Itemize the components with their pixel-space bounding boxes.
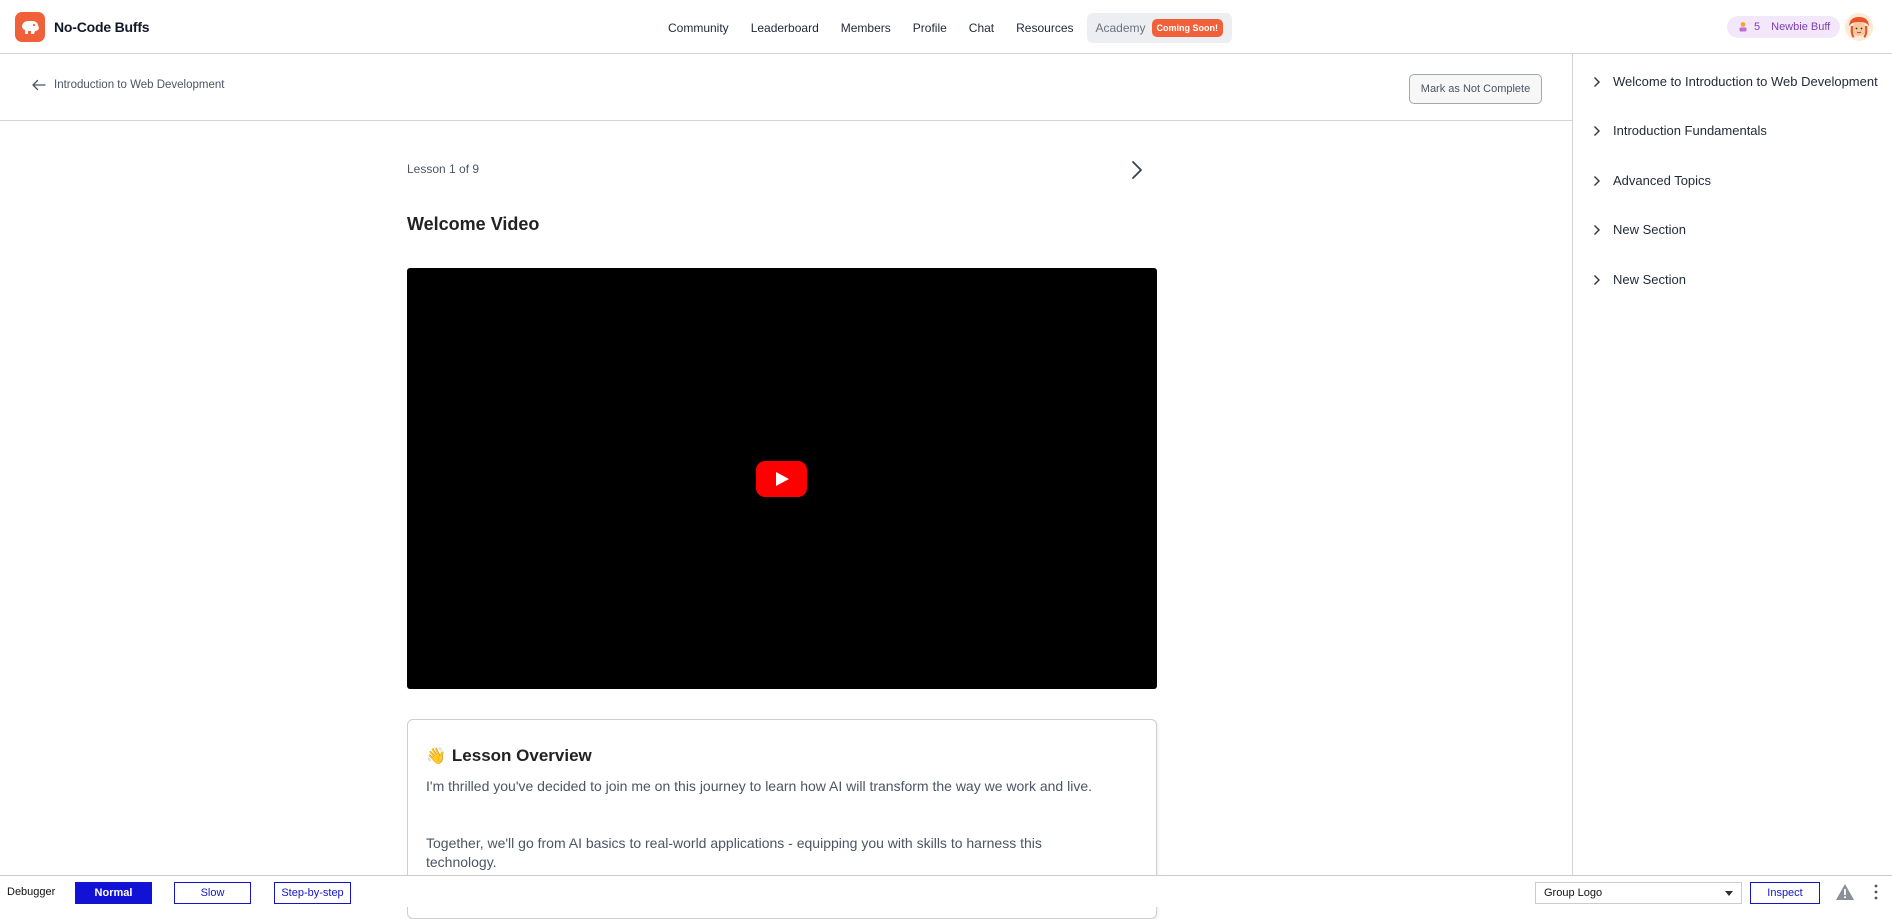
course-header: Introduction to Web Development Mark as … bbox=[0, 54, 1572, 121]
user-level-name: Newbie Buff bbox=[1771, 21, 1831, 33]
lesson-title: Welcome Video bbox=[407, 214, 540, 234]
nav-chat[interactable]: Chat bbox=[958, 13, 1005, 43]
nav-academy[interactable]: Academy Coming Soon! bbox=[1086, 13, 1233, 43]
youtube-play-icon[interactable] bbox=[756, 461, 807, 497]
section-item[interactable]: New Section bbox=[1593, 272, 1686, 287]
dog-logo-icon bbox=[15, 12, 45, 42]
chevron-down-icon bbox=[1725, 891, 1733, 896]
waving-hand-icon: 👋 bbox=[426, 748, 446, 765]
inspect-button[interactable]: Inspect bbox=[1750, 882, 1820, 904]
section-label: Welcome to Introduction to Web Developme… bbox=[1613, 74, 1878, 89]
nav-members[interactable]: Members bbox=[830, 13, 902, 43]
mark-not-complete-button[interactable]: Mark as Not Complete bbox=[1409, 74, 1542, 104]
section-item[interactable]: Introduction Fundamentals bbox=[1593, 123, 1767, 138]
section-item[interactable]: Welcome to Introduction to Web Developme… bbox=[1593, 74, 1878, 89]
element-select-value: Group Logo bbox=[1544, 887, 1603, 899]
lesson-counter: Lesson 1 of 9 bbox=[407, 162, 480, 176]
brand[interactable]: No-Code Buffs bbox=[15, 12, 150, 42]
nav-resources[interactable]: Resources bbox=[1005, 13, 1084, 43]
top-navigation-bar: No-Code Buffs Community Leaderboard Memb… bbox=[0, 0, 1892, 54]
chevron-right-icon bbox=[1594, 175, 1600, 186]
section-label: Introduction Fundamentals bbox=[1613, 123, 1767, 138]
user-level-number: 5 bbox=[1754, 21, 1761, 33]
next-lesson-button[interactable] bbox=[1127, 159, 1147, 181]
overview-paragraph: I'm thrilled you've decided to join me o… bbox=[426, 778, 1092, 794]
trophy-icon bbox=[1739, 22, 1747, 32]
brand-name: No-Code Buffs bbox=[54, 19, 150, 35]
overview-paragraph: Together, we'll go from AI basics to rea… bbox=[426, 835, 1042, 870]
chevron-right-icon bbox=[1594, 274, 1600, 285]
avatar-face-icon bbox=[1845, 13, 1873, 41]
section-label: New Section bbox=[1613, 272, 1686, 287]
coming-soon-badge: Coming Soon! bbox=[1151, 19, 1224, 37]
warning-icon[interactable] bbox=[1835, 883, 1855, 901]
element-select[interactable]: Group Logo bbox=[1535, 882, 1742, 904]
more-vertical-icon[interactable] bbox=[1873, 884, 1879, 900]
avatar[interactable] bbox=[1845, 13, 1873, 41]
overview-heading: 👋 Lesson Overview bbox=[426, 746, 592, 766]
section-item[interactable]: New Section bbox=[1593, 222, 1686, 237]
course-title-link-label: Introduction to Web Development bbox=[54, 79, 225, 91]
chevron-right-icon bbox=[1594, 224, 1600, 235]
nav-leaderboard[interactable]: Leaderboard bbox=[740, 13, 830, 43]
section-item[interactable]: Advanced Topics bbox=[1593, 173, 1711, 188]
course-sections-panel: Welcome to Introduction to Web Developme… bbox=[1572, 54, 1892, 875]
nav-profile[interactable]: Profile bbox=[902, 13, 958, 43]
debugger-label: Debugger bbox=[7, 886, 56, 898]
user-level-badge[interactable]: 5 Newbie Buff bbox=[1727, 16, 1841, 38]
mode-step-button[interactable]: Step-by-step bbox=[274, 882, 351, 904]
main-nav: Community Leaderboard Members Profile Ch… bbox=[657, 13, 1233, 43]
section-label: Advanced Topics bbox=[1613, 173, 1712, 188]
debugger-bar: Debugger Normal Slow Step-by-step Group … bbox=[0, 875, 1892, 907]
chevron-right-icon bbox=[1594, 76, 1600, 87]
back-to-course-link[interactable]: Introduction to Web Development bbox=[31, 79, 224, 91]
chevron-right-icon bbox=[1132, 161, 1142, 179]
mode-normal-button[interactable]: Normal bbox=[75, 882, 152, 904]
section-label: New Section bbox=[1613, 222, 1686, 237]
video-player[interactable] bbox=[407, 268, 1157, 689]
nav-academy-label: Academy bbox=[1095, 21, 1146, 35]
chevron-right-icon bbox=[1594, 125, 1600, 136]
arrow-left-icon bbox=[32, 79, 46, 91]
nav-community[interactable]: Community bbox=[657, 13, 740, 43]
overview-title: Lesson Overview bbox=[451, 746, 592, 765]
mode-slow-button[interactable]: Slow bbox=[174, 882, 251, 904]
